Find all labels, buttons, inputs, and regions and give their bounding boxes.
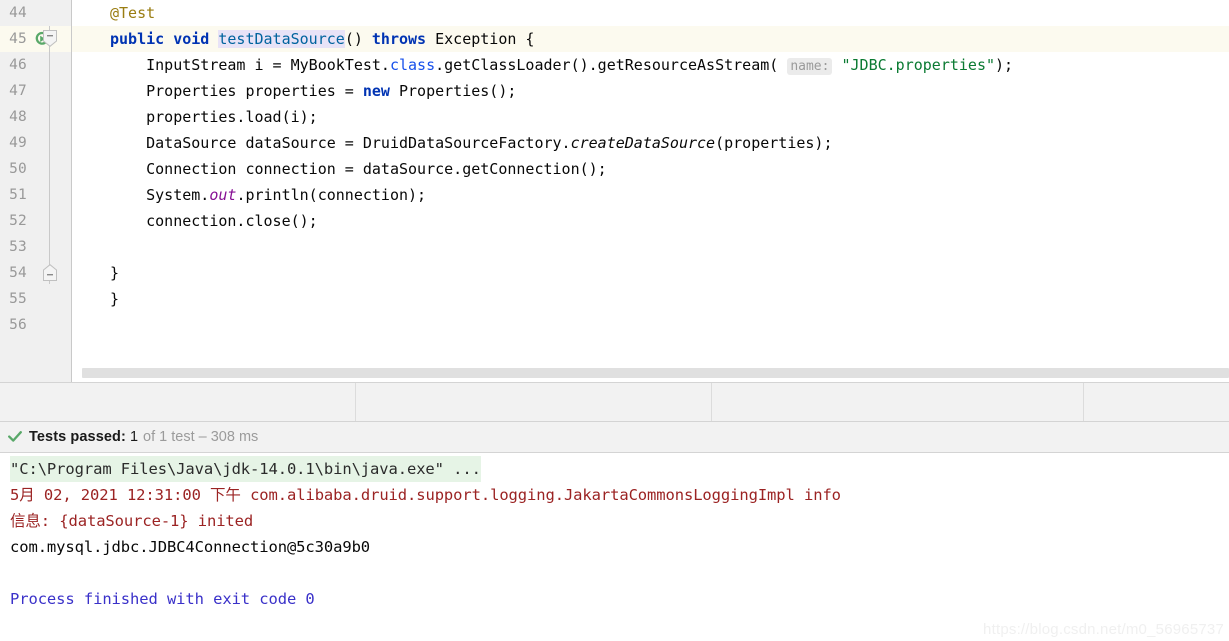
gutter-row[interactable]: 45 xyxy=(0,26,71,52)
console-line: "C:\Program Files\Java\jdk-14.0.1\bin\ja… xyxy=(10,456,481,482)
code-token-plain: System. xyxy=(110,186,210,204)
code-editor[interactable]: 44 45 46 47 48 49 50 51 52 53 54 55 56 @Test public v… xyxy=(0,0,1229,382)
code-token-kw: void xyxy=(173,30,210,48)
code-token-plain: properties.load(i); xyxy=(110,108,318,126)
code-token-brace: } xyxy=(110,264,120,282)
line-number: 45 xyxy=(9,31,27,47)
line-number: 50 xyxy=(9,161,27,177)
console-line: Process finished with exit code 0 xyxy=(10,590,315,608)
divider-separator xyxy=(1083,383,1084,421)
code-token-field: class xyxy=(389,56,436,74)
tests-duration-detail: of 1 test – 308 ms xyxy=(143,429,259,445)
fold-guide-line xyxy=(49,26,50,284)
code-token-static: out xyxy=(209,186,237,204)
code-token-decl: testDataSource xyxy=(218,30,345,48)
line-number: 56 xyxy=(9,317,27,333)
line-number: 47 xyxy=(9,83,27,99)
code-line[interactable] xyxy=(72,234,1229,260)
gutter-row[interactable]: 49 xyxy=(0,130,71,156)
code-token-plain: ); xyxy=(995,56,1014,74)
line-number: 44 xyxy=(9,5,27,21)
code-token-plain: Exception { xyxy=(426,30,535,48)
gutter-row[interactable]: 52 xyxy=(0,208,71,234)
line-number: 46 xyxy=(9,57,27,73)
line-number: 49 xyxy=(9,135,27,151)
gutter-row[interactable]: 55 xyxy=(0,286,71,312)
code-line[interactable]: System.out.println(connection); xyxy=(72,182,1229,208)
code-token-plain: Connection connection = dataSource.getCo… xyxy=(110,160,607,178)
line-number: 51 xyxy=(9,187,27,203)
console-line: com.mysql.jdbc.JDBC4Connection@5c30a9b0 xyxy=(10,538,371,556)
line-number: 48 xyxy=(9,109,27,125)
console-line: 5月 02, 2021 12:31:00 下午 com.alibaba.drui… xyxy=(10,486,841,504)
code-line[interactable]: @Test xyxy=(72,0,1229,26)
code-line[interactable] xyxy=(72,312,1229,338)
line-number: 52 xyxy=(9,213,27,229)
code-text-area[interactable]: @Test public void testDataSource() throws… xyxy=(72,0,1229,358)
code-token-kw: new xyxy=(362,82,390,100)
line-number: 55 xyxy=(9,291,27,307)
code-line[interactable]: InputStream i = MyBookTest.class.getClas… xyxy=(72,52,1229,78)
code-line[interactable]: DataSource dataSource = DruidDataSourceF… xyxy=(72,130,1229,156)
tests-passed-count: 1 xyxy=(129,429,139,445)
code-line[interactable]: properties.load(i); xyxy=(72,104,1229,130)
watermark-url: https://blog.csdn.net/m0_56965737 xyxy=(983,621,1224,638)
panel-divider[interactable] xyxy=(0,382,1229,422)
fold-collapse-icon[interactable] xyxy=(43,30,57,47)
code-line[interactable]: Properties properties = new Properties()… xyxy=(72,78,1229,104)
editor-gutter[interactable]: 44 45 46 47 48 49 50 51 52 53 54 55 56 xyxy=(0,0,72,382)
code-line[interactable]: connection.close(); xyxy=(72,208,1229,234)
test-status-bar: Tests passed: 1 of 1 test – 308 ms xyxy=(0,422,1229,453)
code-line[interactable]: } xyxy=(72,260,1229,286)
code-token-plain: connection.close(); xyxy=(110,212,318,230)
code-token-str: "JDBC.properties" xyxy=(841,56,996,74)
code-token-anno: @Test xyxy=(110,4,156,22)
code-line[interactable]: Connection connection = dataSource.getCo… xyxy=(72,156,1229,182)
code-token-plain: (properties); xyxy=(715,134,833,152)
code-token-plain: Properties properties = xyxy=(110,82,363,100)
code-token-hint: name: xyxy=(787,58,833,75)
code-token-plain: DataSource dataSource = DruidDataSourceF… xyxy=(110,134,571,152)
code-token-plain: .println(connection); xyxy=(236,186,427,204)
gutter-row[interactable]: 50 xyxy=(0,156,71,182)
gutter-row[interactable]: 48 xyxy=(0,104,71,130)
line-number: 54 xyxy=(9,265,27,281)
line-number: 53 xyxy=(9,239,27,255)
run-console-output[interactable]: "C:\Program Files\Java\jdk-14.0.1\bin\ja… xyxy=(0,453,1229,641)
divider-separator xyxy=(355,383,356,421)
gutter-row[interactable]: 53 xyxy=(0,234,71,260)
tests-passed-label: Tests passed: xyxy=(29,429,126,445)
console-line: 信息: {dataSource-1} inited xyxy=(10,512,254,530)
code-token-kw: public xyxy=(110,30,165,48)
fold-end-icon[interactable] xyxy=(43,264,57,281)
green-check-icon xyxy=(8,430,22,444)
code-token-stmeth: createDataSource xyxy=(570,134,716,152)
divider-separator xyxy=(711,383,712,421)
gutter-row[interactable]: 54 xyxy=(0,260,71,286)
code-line[interactable]: } xyxy=(72,286,1229,312)
gutter-row[interactable]: 47 xyxy=(0,78,71,104)
code-line[interactable]: public void testDataSource() throws Exce… xyxy=(72,26,1229,52)
gutter-row[interactable]: 56 xyxy=(0,312,71,338)
editor-horizontal-scrollbar[interactable] xyxy=(82,368,1229,379)
scrollbar-thumb[interactable] xyxy=(82,368,1229,378)
code-token-plain: Properties(); xyxy=(389,82,517,100)
gutter-row[interactable]: 44 xyxy=(0,0,71,26)
gutter-row[interactable]: 46 xyxy=(0,52,71,78)
code-token-kw: throws xyxy=(371,30,427,48)
gutter-row[interactable]: 51 xyxy=(0,182,71,208)
code-token-plain: .getClassLoader().getResourceAsStream( xyxy=(435,56,788,74)
code-token-plain: InputStream i = MyBookTest. xyxy=(110,56,390,74)
code-token-brace: } xyxy=(110,290,120,308)
code-token-plain: () xyxy=(344,30,372,48)
